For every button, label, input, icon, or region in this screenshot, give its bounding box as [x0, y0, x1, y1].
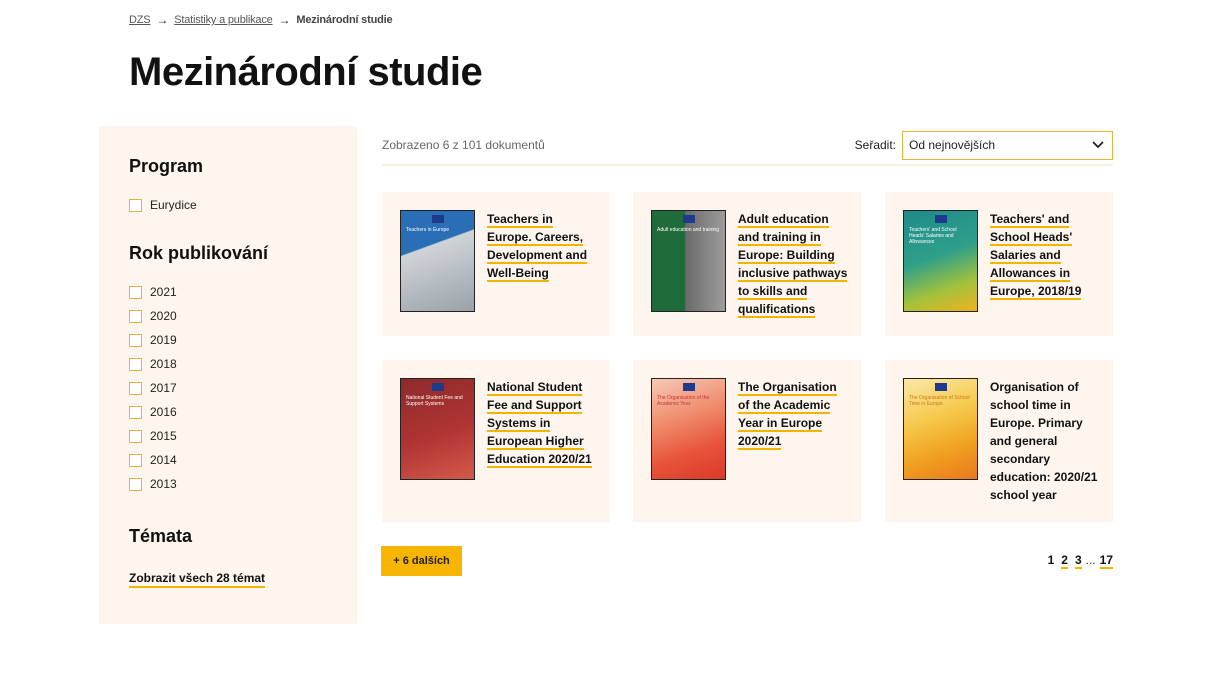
pagination: 1 2 3 ... 17 [1048, 553, 1113, 569]
checkbox-label: Eurydice [150, 198, 197, 212]
document-title[interactable]: Teachers' and School Heads' Salaries and… [990, 212, 1082, 300]
chevron-down-icon [1092, 141, 1104, 149]
program-heading: Program [129, 156, 204, 176]
document-card[interactable]: The Organisation of the Academic Year Th… [633, 360, 861, 522]
year-checkbox-2016[interactable]: 2016 [129, 400, 327, 424]
checkbox-label: 2013 [150, 477, 177, 491]
year-checkbox-2017[interactable]: 2017 [129, 376, 327, 400]
year-checkbox-2020[interactable]: 2020 [129, 304, 327, 328]
document-cover-image[interactable]: Teachers in Europe [400, 210, 475, 312]
document-title[interactable]: Organisation of school time in Europe. P… [990, 378, 1101, 504]
cover-text: National Student Fee and Support Systems [406, 395, 463, 407]
sort-select[interactable]: Od nejnovějších [902, 130, 1113, 160]
show-all-topics-link[interactable]: Zobrazit všech 28 témat [129, 571, 266, 588]
eu-flag-icon [431, 383, 444, 391]
year-checkbox-2018[interactable]: 2018 [129, 352, 327, 376]
sort-control: Seřadit: Od nejnovějších [854, 130, 1113, 160]
page-current: 1 [1047, 553, 1055, 567]
cover-text: Teachers in Europe [406, 227, 450, 233]
topics-heading: Témata [129, 526, 193, 546]
checkbox-icon[interactable] [129, 381, 142, 395]
year-checkbox-2013[interactable]: 2013 [129, 472, 327, 496]
cover-text: The Organisation of School Time in Europ… [909, 395, 970, 407]
results-toolbar: Zobrazeno 6 z 101 dokumentů Seřadit: Od … [382, 126, 1113, 166]
checkbox-icon[interactable] [129, 198, 142, 212]
document-title-link[interactable]: Teachers in Europe. Careers, Development… [487, 210, 598, 318]
checkbox-label: 2014 [150, 453, 177, 467]
eu-flag-icon [934, 215, 947, 223]
document-cover-image[interactable]: Teachers' and School Heads' Salaries and… [903, 210, 978, 312]
year-checkbox-2019[interactable]: 2019 [129, 328, 327, 352]
document-cover-image[interactable]: Adult education and training [651, 210, 726, 312]
checkbox-icon[interactable] [129, 429, 142, 443]
document-title[interactable]: The Organisation of the Academic Year in… [738, 380, 837, 450]
document-card[interactable]: National Student Fee and Support Systems… [382, 360, 610, 522]
document-title-link[interactable]: Teachers' and School Heads' Salaries and… [990, 210, 1101, 318]
cover-text: Teachers' and School Heads' Salaries and… [909, 227, 957, 245]
page-title: Mezinárodní studie [129, 50, 483, 94]
eu-flag-icon [934, 383, 947, 391]
breadcrumb-home[interactable]: DZS [129, 14, 151, 26]
checkbox-label: 2021 [150, 285, 177, 299]
load-more-button[interactable]: + 6 dalších [381, 546, 462, 576]
checkbox-icon[interactable] [129, 477, 142, 491]
document-title-link[interactable]: Adult education and training in Europe: … [738, 210, 849, 318]
topics-filter: Témata Zobrazit všech 28 témat [129, 526, 327, 588]
checkbox-icon[interactable] [129, 357, 142, 371]
year-checkbox-2015[interactable]: 2015 [129, 424, 327, 448]
document-card[interactable]: Teachers' and School Heads' Salaries and… [885, 192, 1113, 336]
program-filter: Program Eurydice [129, 156, 327, 217]
checkbox-label: 2018 [150, 357, 177, 371]
breadcrumb-section[interactable]: Statistiky a publikace [174, 14, 273, 26]
document-card[interactable]: Teachers in Europe Teachers in Europe. C… [382, 192, 610, 336]
year-checkbox-2014[interactable]: 2014 [129, 448, 327, 472]
arrow-right-icon: → [156, 13, 169, 27]
page-link[interactable]: 2 [1061, 553, 1068, 569]
page-link[interactable]: 3 [1074, 553, 1082, 569]
checkbox-icon[interactable] [129, 309, 142, 323]
checkbox-icon[interactable] [129, 333, 142, 347]
year-checkbox-2021[interactable]: 2021 [129, 280, 327, 304]
sort-selected-value: Od nejnovějších [909, 138, 996, 152]
checkbox-icon[interactable] [129, 453, 142, 467]
checkbox-label: 2020 [150, 309, 177, 323]
year-heading: Rok publikování [129, 243, 269, 263]
checkbox-label: 2017 [150, 381, 177, 395]
document-cover-image[interactable]: National Student Fee and Support Systems [400, 378, 475, 480]
document-card[interactable]: Adult education and training Adult educa… [633, 192, 861, 336]
checkbox-label: 2015 [150, 429, 177, 443]
document-title-link[interactable]: National Student Fee and Support Systems… [487, 378, 598, 504]
document-title-link[interactable]: The Organisation of the Academic Year in… [738, 378, 849, 504]
cover-text: The Organisation of the Academic Year [657, 395, 710, 407]
document-title[interactable]: Adult education and training in Europe: … [738, 212, 848, 318]
checkbox-icon[interactable] [129, 285, 142, 299]
eu-flag-icon [431, 215, 444, 223]
breadcrumb: DZS → Statistiky a publikace → Mezinárod… [129, 13, 393, 27]
cover-text: Adult education and training [657, 227, 719, 233]
sort-label: Seřadit: [854, 138, 896, 152]
filter-sidebar: Program Eurydice Rok publikování 2021 20… [99, 126, 357, 624]
checkbox-label: 2016 [150, 405, 177, 419]
results-count: Zobrazeno 6 z 101 dokumentů [382, 138, 545, 152]
eu-flag-icon [682, 383, 695, 391]
document-cover-image[interactable]: The Organisation of the Academic Year [651, 378, 726, 480]
document-card[interactable]: The Organisation of School Time in Europ… [885, 360, 1113, 522]
arrow-right-icon: → [278, 13, 291, 27]
document-cover-image[interactable]: The Organisation of School Time in Europ… [903, 378, 978, 480]
page-link-last[interactable]: 17 [1099, 553, 1113, 569]
page-ellipsis: ... [1085, 553, 1096, 567]
eu-flag-icon [682, 215, 695, 223]
program-checkbox-eurydice[interactable]: Eurydice [129, 193, 327, 217]
year-filter: Rok publikování 2021 2020 2019 2018 2017… [129, 243, 327, 496]
document-title[interactable]: National Student Fee and Support Systems… [487, 380, 592, 468]
checkbox-icon[interactable] [129, 405, 142, 419]
breadcrumb-current: Mezinárodní studie [296, 14, 393, 26]
document-title[interactable]: Teachers in Europe. Careers, Development… [487, 212, 588, 282]
checkbox-label: 2019 [150, 333, 177, 347]
